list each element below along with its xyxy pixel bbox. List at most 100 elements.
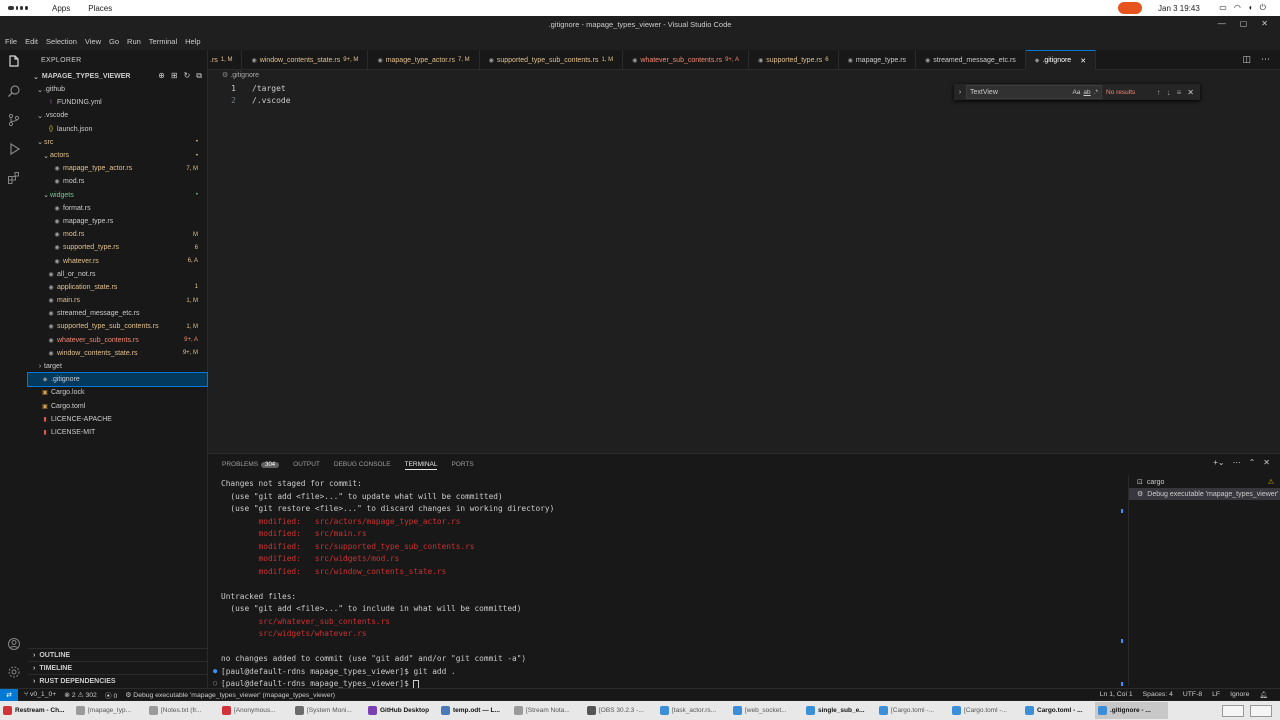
tree-file[interactable]: {} launch.json [28,123,207,136]
taskbar-window[interactable]: Restream - Ch... [0,702,73,719]
panel-more-icon[interactable]: ⋯ [1233,458,1241,467]
settings-gear-icon[interactable] [6,664,22,680]
account-icon[interactable] [6,636,22,652]
panel-tab-problems[interactable]: PROBLEMS 304 [222,459,280,470]
workspace-1[interactable] [1222,704,1244,717]
panel-tab-output[interactable]: OUTPUT [293,459,320,470]
tree-file[interactable]: ◉ mod.rs [28,175,207,188]
timeline-section[interactable]: › TIMELINE [28,661,208,674]
tree-file[interactable]: ◉ streamed_message_etc.rs [28,307,207,320]
code-editor[interactable]: 1/target 2/.vscode [208,80,1280,453]
refresh-icon[interactable]: ↻ [184,71,191,81]
new-terminal-icon[interactable]: +⌄ [1213,458,1224,467]
source-control-icon[interactable] [6,112,22,128]
breadcrumb[interactable]: ⚙ .gitignore [222,71,259,79]
tree-file[interactable]: ▮ LICENSE-MIT [28,426,207,439]
editor-tab[interactable]: ◆ .gitignore ✕ [1025,50,1097,70]
tree-file[interactable]: ! FUNDING.yml [28,96,207,109]
menu-go[interactable]: Go [109,37,119,46]
taskbar-window[interactable]: Cargo.toml - ... [1022,702,1095,719]
git-branch[interactable]: ⑂ v0_1_0+ [24,691,56,698]
tree-folder[interactable]: ⌄ widgets • [28,189,207,202]
taskbar-window[interactable]: [Cargo.toml -... [876,702,949,719]
activities-icon[interactable] [0,6,28,10]
taskbar-window[interactable]: [web_socket... [730,702,803,719]
tree-file[interactable]: ◉ whatever_sub_contents.rs 9+, A [28,334,207,347]
taskbar-window[interactable]: [System Moni... [292,702,365,719]
indentation[interactable]: Spaces: 4 [1143,691,1173,699]
tree-file[interactable]: ◉ main.rs 1, M [28,294,207,307]
taskbar-window[interactable]: [Notes.txt (fr... [146,702,219,719]
editor-tab[interactable]: ◉ mapage_type_actor.rs 7, M [368,50,480,70]
system-tray[interactable]: ▭ ◠ ◖ ⏻ [1219,3,1266,13]
toggle-replace-icon[interactable]: › [954,89,966,96]
terminal-instance[interactable]: ⚙ Debug executable 'mapage_types_viewer' [1129,488,1280,500]
close-panel-icon[interactable]: ✕ [1263,458,1270,467]
search-icon[interactable] [6,83,22,99]
explorer-icon[interactable] [6,54,22,70]
tree-file[interactable]: ◉ mapage_type.rs [28,215,207,228]
extensions-icon[interactable] [6,170,22,186]
match-word-toggle[interactable]: ab [1083,89,1090,96]
notifications-bell-icon[interactable]: 🔔︎ [1259,691,1268,699]
tree-file[interactable]: ▮ LICENCE-APACHE [28,413,207,426]
breadcrumb-file[interactable]: .gitignore [230,72,259,79]
minimize-icon[interactable]: — [1218,19,1226,28]
tree-folder[interactable]: ⌄ .vscode [28,109,207,122]
cursor-position[interactable]: Ln 1, Col 1 [1100,691,1133,699]
menu-file[interactable]: File [5,37,17,46]
apps-menu[interactable]: Apps [52,4,70,13]
terminal-instance[interactable]: ⊡ cargo ⚠ [1129,476,1280,488]
menu-edit[interactable]: Edit [25,37,38,46]
tree-file[interactable]: ◉ application_state.rs 1 [28,281,207,294]
close-tab-icon[interactable]: ✕ [1080,57,1086,65]
close-find-icon[interactable]: ✕ [1187,88,1194,97]
editor-tab[interactable]: ◉ window_contents_state.rs 9+, M [242,50,369,70]
tree-file[interactable]: ◉ mod.rs M [28,228,207,241]
tree-file[interactable]: ◉ mapage_type_actor.rs 7, M [28,162,207,175]
tree-file[interactable]: ◉ window_contents_state.rs 9+, M [28,347,207,360]
taskbar-window[interactable]: GitHub Desktop [365,702,438,719]
find-in-selection-icon[interactable]: ≡ [1177,88,1182,97]
places-menu[interactable]: Places [88,4,112,13]
editor-tab[interactable]: ◉.rs1, M [208,50,243,70]
editor-tab[interactable]: ◉ whatever_sub_contents.rs 9+, A [623,50,749,70]
editor-tab[interactable]: ◉ supported_type_sub_contents.rs 1, M [480,50,624,70]
taskbar-window[interactable]: [OBS 30.2.3 -... [584,702,657,719]
tree-folder[interactable]: ⌄ .github [28,83,207,96]
close-window-icon[interactable]: ✕ [1261,19,1268,28]
new-folder-icon[interactable]: ⊞ [171,71,178,81]
next-match-icon[interactable]: ↓ [1167,88,1171,97]
language-mode[interactable]: Ignore [1230,691,1249,699]
panel-tab-debug-console[interactable]: DEBUG CONSOLE [334,459,391,470]
taskbar-window[interactable]: [Stream Nota... [511,702,584,719]
menu-help[interactable]: Help [185,37,200,46]
tree-file[interactable]: ◉ whatever.rs 6, A [28,254,207,267]
collapse-all-icon[interactable]: ⧉ [196,71,202,81]
find-input[interactable]: TextView Aa ab .* [966,85,1102,99]
tree-folder[interactable]: ⌄ actors • [28,149,207,162]
menu-view[interactable]: View [85,37,101,46]
taskbar-window[interactable]: [mapage_typ... [73,702,146,719]
tree-file[interactable]: ▣ Cargo.toml [28,400,207,413]
clock[interactable]: Jan 3 19:43 [1158,4,1200,13]
tree-file[interactable]: ◉ format.rs [28,202,207,215]
screen-record-indicator[interactable] [1118,2,1142,14]
tree-file[interactable]: ◉ supported_type.rs 6 [28,241,207,254]
debug-launch-status[interactable]: ⚙ Debug executable 'mapage_types_viewer'… [125,691,335,699]
taskbar-window[interactable]: single_sub_e... [803,702,876,719]
tree-file[interactable]: ▣ Cargo.lock [28,386,207,399]
editor-tab[interactable]: ◉ streamed_message_etc.rs [916,50,1026,70]
run-debug-icon[interactable] [6,141,22,157]
ports-indicator[interactable]: ⦿ 0 [105,690,117,700]
tree-file[interactable]: ◉ supported_type_sub_contents.rs 1, M [28,320,207,333]
taskbar-window[interactable]: [Cargo.toml -... [949,702,1022,719]
workspace-switcher[interactable] [1222,704,1280,717]
encoding[interactable]: UTF-8 [1183,691,1202,699]
rust-dependencies-section[interactable]: › RUST DEPENDENCIES [28,674,208,687]
terminal[interactable]: Changes not staged for commit: (use "git… [208,476,1128,689]
taskbar-window[interactable]: [Anonymous... [219,702,292,719]
previous-match-icon[interactable]: ↑ [1157,88,1161,97]
problems-indicator[interactable]: ⊗ 2 ⚠ 302 [64,691,97,699]
taskbar-window[interactable]: [task_actor.rs... [657,702,730,719]
